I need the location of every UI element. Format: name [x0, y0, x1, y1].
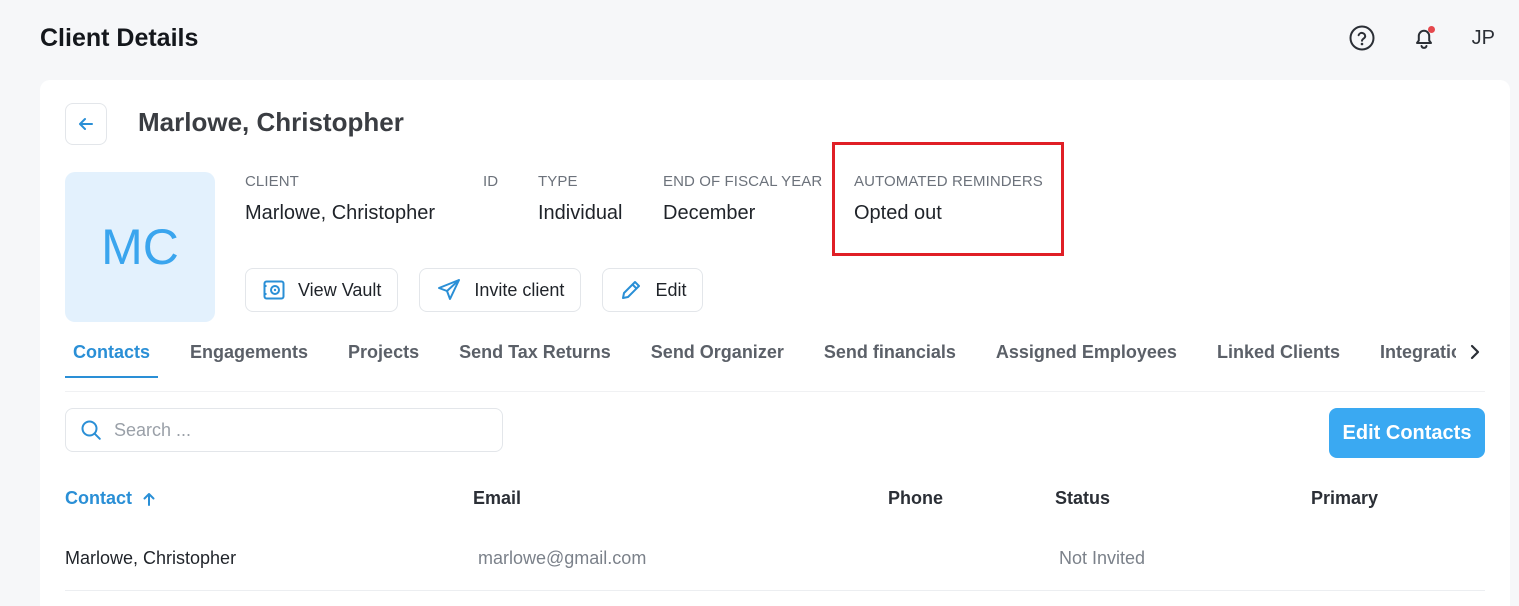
- info-type: TYPE Individual: [538, 173, 623, 225]
- pencil-icon: [622, 281, 641, 299]
- client-card: Marlowe, Christopher MC CLIENT Marlowe, …: [40, 80, 1510, 606]
- tab-engagements[interactable]: Engagements: [182, 332, 316, 378]
- info-label: ID: [483, 173, 499, 190]
- cell-contact[interactable]: Marlowe, Christopher: [65, 548, 236, 569]
- info-label: CLIENT: [245, 173, 299, 190]
- column-header-contact[interactable]: Contact: [65, 488, 156, 509]
- back-button[interactable]: [65, 103, 107, 145]
- tab-integrations[interactable]: Integrations: [1372, 332, 1456, 378]
- row-divider: [65, 590, 1485, 591]
- view-vault-label: View Vault: [298, 279, 382, 300]
- info-value: Marlowe, Christopher: [245, 202, 436, 224]
- column-header-phone: Phone: [888, 488, 944, 508]
- bell-icon[interactable]: [1410, 24, 1438, 52]
- action-row: View Vault Invite client Edit: [245, 268, 704, 312]
- info-client: CLIENT Marlowe, Christopher: [245, 173, 435, 225]
- column-header-status: Status: [1055, 488, 1111, 508]
- tab-bar: Contacts Engagements Projects Send Tax R…: [65, 332, 1485, 392]
- arrow-up-icon: [143, 492, 155, 506]
- info-value: December: [663, 202, 756, 224]
- info-fiscal-year: END OF FISCAL YEAR December: [663, 173, 822, 225]
- top-actions: JP: [1348, 24, 1495, 52]
- help-icon[interactable]: [1348, 24, 1376, 52]
- search-icon: [81, 420, 101, 440]
- edit-contacts-button[interactable]: Edit Contacts: [1329, 408, 1485, 458]
- tab-send-financials[interactable]: Send financials: [816, 332, 964, 378]
- chevron-right-icon[interactable]: [1468, 342, 1482, 367]
- view-vault-button[interactable]: View Vault: [245, 268, 399, 312]
- tab-linked-clients[interactable]: Linked Clients: [1209, 332, 1348, 378]
- notification-dot: [1427, 26, 1435, 33]
- tab-contacts[interactable]: Contacts: [65, 332, 159, 378]
- highlight-box: [832, 142, 1064, 256]
- client-avatar: MC: [65, 172, 215, 322]
- tab-send-tax-returns[interactable]: Send Tax Returns: [451, 332, 619, 378]
- cell-email: marlowe@gmail.com: [478, 548, 647, 568]
- column-header-email: Email: [473, 488, 522, 508]
- tab-assigned-employees[interactable]: Assigned Employees: [988, 332, 1185, 378]
- tab-send-organizer[interactable]: Send Organizer: [643, 332, 792, 378]
- column-header-label: Contact: [65, 488, 132, 508]
- search-input[interactable]: [114, 419, 474, 441]
- invite-client-label: Invite client: [474, 279, 565, 300]
- arrow-left-icon: [79, 118, 93, 130]
- info-id: ID: [483, 173, 498, 202]
- client-name: Marlowe, Christopher: [138, 107, 404, 137]
- page-title: Client Details: [40, 24, 199, 52]
- info-value: Individual: [538, 202, 623, 224]
- edit-button[interactable]: Edit: [602, 268, 704, 312]
- cell-status: Not Invited: [1059, 548, 1146, 568]
- tab-projects[interactable]: Projects: [340, 332, 427, 378]
- user-avatar[interactable]: JP: [1472, 27, 1495, 50]
- info-label: TYPE: [538, 173, 578, 190]
- send-icon: [438, 279, 461, 300]
- search-field[interactable]: [65, 408, 503, 452]
- invite-client-button[interactable]: Invite client: [419, 268, 582, 312]
- info-label: END OF FISCAL YEAR: [663, 173, 823, 190]
- column-header-primary: Primary: [1311, 488, 1379, 508]
- edit-label: Edit: [655, 279, 687, 300]
- vault-icon: [263, 280, 285, 300]
